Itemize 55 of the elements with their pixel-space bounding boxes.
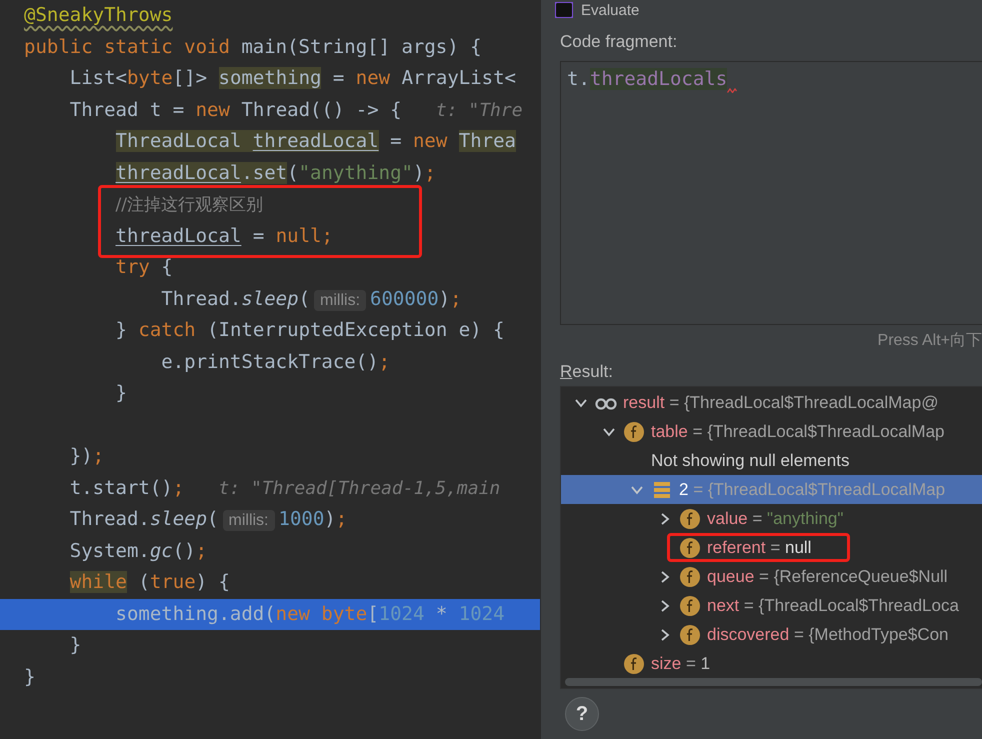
code-line: System.gc(); [68,538,208,564]
code-line: threadLocal.set("anything"); [114,160,437,186]
tree-row[interactable]: referent = null [561,533,982,562]
code-line: } [114,381,128,406]
result-label: Result: [560,361,614,383]
field-icon [679,536,701,558]
code-line: Thread t = new Thread(() -> { t: "Thre [68,98,524,122]
horizontal-scrollbar[interactable] [565,678,982,686]
tree-row[interactable]: queue = {ReferenceQueue$Null [561,562,982,591]
node-label: referent = null [707,538,812,558]
node-label: 2 = {ThreadLocal$ThreadLocalMap [679,480,946,500]
code-line: @SneakyThrows [23,3,174,28]
code-line: }); [68,444,106,469]
code-line: } catch (InterruptedException e) { [114,318,506,343]
code-line: List<byte[]> something = new ArrayList< [68,66,517,91]
field-icon [679,594,701,616]
code-line: } [23,664,36,690]
code-line: Thread.sleep( millis: 1000); [68,507,348,533]
tree-row[interactable]: next = {ThreadLocal$ThreadLoca [561,591,982,620]
code-line: //注掉这行观察区别 [114,194,264,217]
node-label: result = {ThreadLocal$ThreadLocalMap@ [623,392,938,412]
code-line: try { [114,255,174,280]
node-label: discovered = {MethodType$Con [707,624,949,644]
code-line: while (true) { [68,570,231,595]
field-label: Code fragment: [560,31,678,53]
tree-row[interactable]: size = 1 [561,649,982,678]
tree-row[interactable]: result = {ThreadLocal$ThreadLocalMap@ [561,388,982,417]
tree-row[interactable]: table = {ThreadLocal$ThreadLocalMap [561,417,982,446]
field-icon [679,508,701,530]
tree-message: Not showing null elements [651,450,850,470]
code-line: threadLocal = null; [114,224,334,248]
node-label: value = "anything" [707,508,844,528]
field-icon [679,624,701,646]
code-line: ThreadLocal threadLocal = new Threa [114,129,517,154]
tree-row[interactable]: Not showing null elements [561,446,982,475]
node-label: size = 1 [651,654,710,674]
node-label: table = {ThreadLocal$ThreadLocalMap [651,422,944,442]
help-button[interactable]: ? [565,697,599,731]
code-line: } [68,633,82,658]
node-label: queue = {ReferenceQueue$Null [707,566,948,586]
node-label: next = {ThreadLocal$ThreadLoca [707,596,959,616]
field-icon [679,566,701,588]
dialog-title: Evaluate [581,2,640,18]
field-icon [623,420,645,442]
code-fragment-field[interactable]: t.threadLocals [560,61,982,325]
field-icon [623,652,645,674]
code-line: t.start(); t: "Thread[Thread-1,5,main [68,476,502,500]
app-icon [555,2,573,18]
code-line: Thread.sleep( millis: 600000); [160,286,463,312]
tree-row[interactable]: value = "anything" [561,504,982,533]
code-line: public static void main(String[] args) { [23,34,483,60]
code-line: e.printStackTrace(); [160,350,392,374]
tree-row[interactable]: 2 = {ThreadLocal$ThreadLocalMap [561,475,982,504]
tree-row[interactable]: discovered = {MethodType$Con [561,620,982,649]
shortcut-hint: Press Alt+向下 [878,331,982,351]
